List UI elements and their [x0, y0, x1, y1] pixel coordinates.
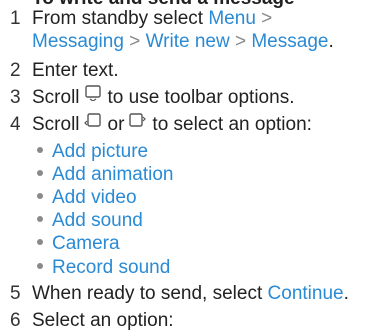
bullet-icon [37, 169, 43, 176]
path-separator: > [261, 8, 273, 29]
bullet-icon [37, 238, 43, 245]
step-1-end: . [328, 31, 334, 52]
step-number: 4 [10, 114, 21, 135]
step-text: When ready to send, select Continue. [32, 282, 349, 305]
scroll-left-icon [83, 111, 102, 134]
step-number: 1 [10, 8, 21, 29]
scroll-right-icon [128, 111, 147, 134]
step-text: Scroll or to select an option: [32, 113, 312, 136]
step-text: Scroll to use toolbar options. [32, 84, 295, 109]
step-3-before: Scroll [32, 87, 80, 108]
step-text: From standby select Menu > [32, 7, 272, 30]
option-add-animation[interactable]: Add animation [37, 163, 173, 186]
step-3-after: to use toolbar options. [107, 87, 295, 108]
bullet-icon [37, 215, 43, 222]
write-new-link[interactable]: Write new [146, 31, 230, 52]
step-number: 6 [10, 310, 21, 331]
option-add-video[interactable]: Add video [37, 186, 137, 209]
option-add-sound[interactable]: Add sound [37, 209, 143, 232]
step-text: Messaging > Write new > Message. [32, 30, 334, 53]
instruction-page: To write and send a message 1 From stand… [0, 0, 388, 331]
option-label: Add picture [52, 141, 149, 162]
step-number: 5 [10, 283, 21, 304]
step-5-end: . [343, 283, 349, 304]
step-1-prefix: From standby select [32, 8, 204, 29]
option-label: Add sound [52, 210, 143, 231]
step-text: Enter text. [32, 60, 119, 81]
option-label: Camera [52, 233, 120, 254]
option-label: Add video [52, 187, 137, 208]
scroll-down-icon [84, 84, 102, 107]
step-5-text: When ready to send, select [32, 283, 263, 304]
menu-link[interactable]: Menu [208, 8, 256, 29]
message-link[interactable]: Message [251, 31, 328, 52]
option-add-picture[interactable]: Add picture [37, 140, 148, 163]
step-4-before: Scroll [32, 114, 80, 135]
messaging-link[interactable]: Messaging [32, 31, 124, 52]
step-number: 2 [10, 60, 21, 81]
continue-link[interactable]: Continue [268, 283, 344, 304]
step-4-after: to select an option: [152, 114, 312, 135]
path-separator: > [234, 31, 247, 52]
path-separator: > [129, 31, 141, 52]
step-4-or: or [107, 114, 125, 135]
option-label: Record sound [52, 257, 171, 278]
step-text: Select an option: [32, 310, 174, 331]
bullet-icon [37, 146, 43, 153]
step-number: 3 [10, 87, 21, 108]
bullet-icon [37, 262, 43, 269]
option-record-sound[interactable]: Record sound [37, 256, 170, 279]
bullet-icon [37, 192, 43, 199]
option-label: Add animation [52, 164, 174, 185]
option-camera[interactable]: Camera [37, 232, 120, 255]
